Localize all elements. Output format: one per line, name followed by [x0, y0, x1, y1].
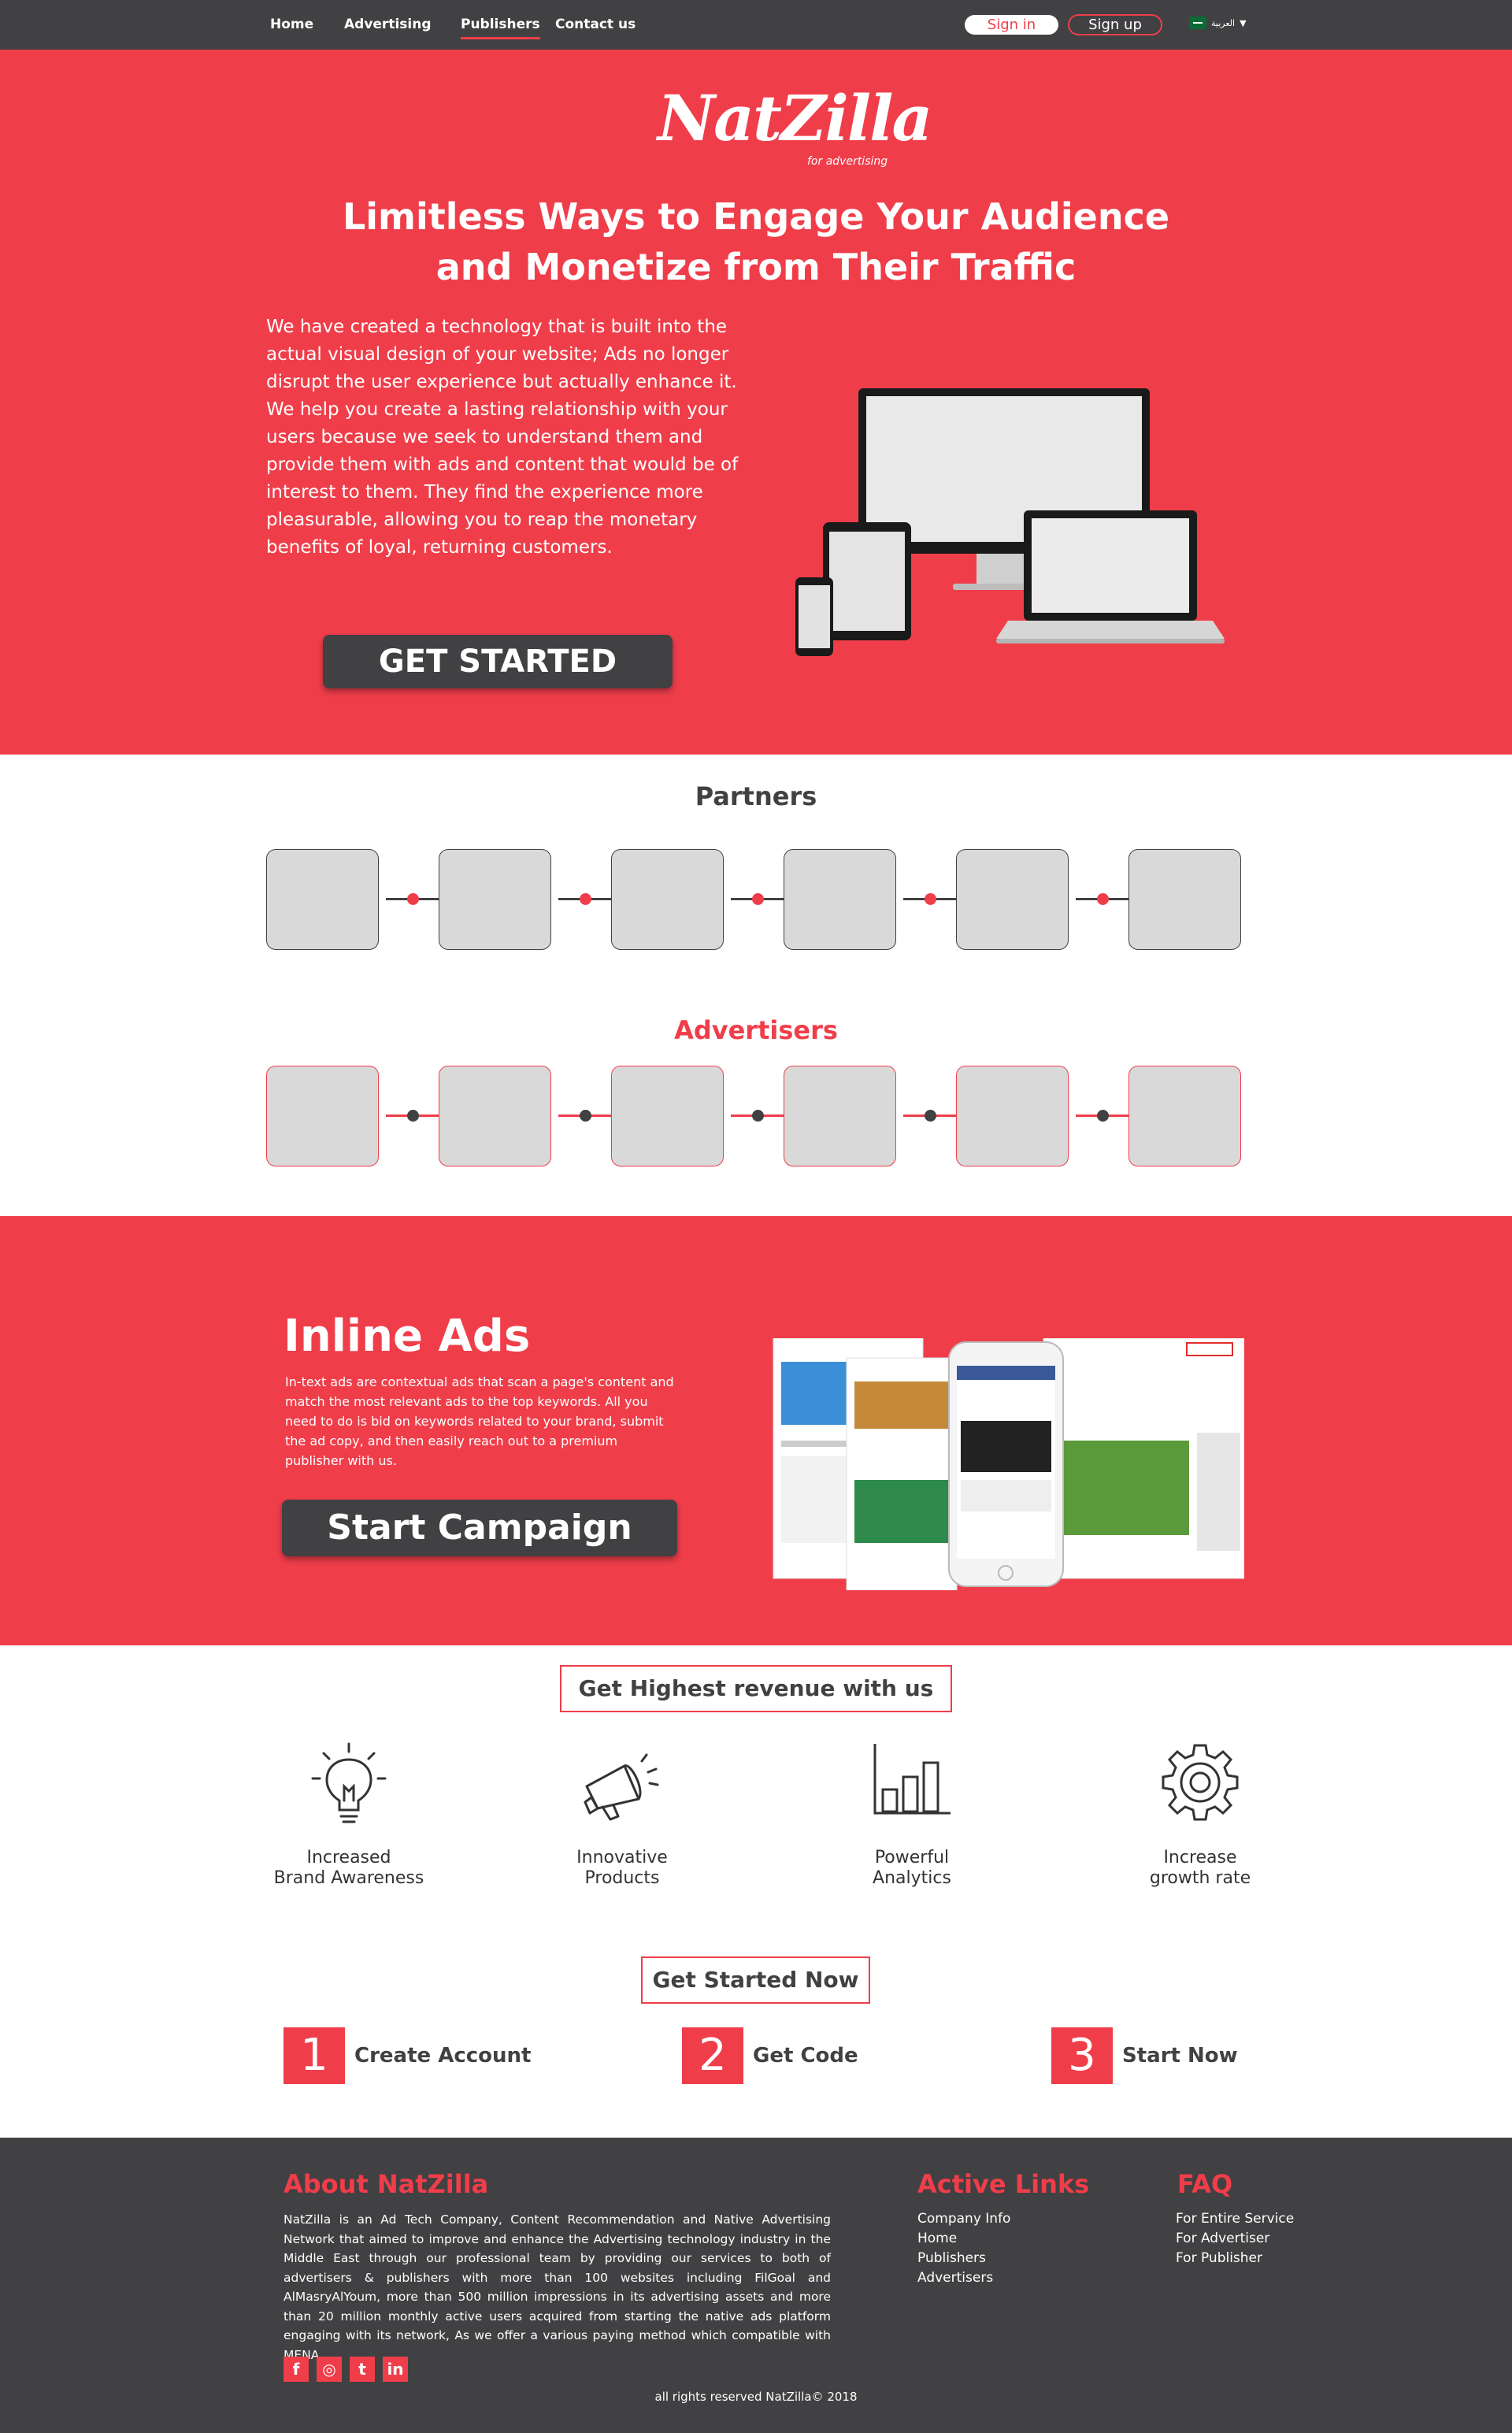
twitter-icon[interactable]: t — [350, 2357, 375, 2382]
advertisers-title: Advertisers — [674, 1015, 838, 1045]
advertiser-logo-slot[interactable] — [1128, 1066, 1241, 1166]
about-title: About NatZilla — [284, 2169, 489, 2199]
connector-line — [1076, 893, 1131, 905]
faq-list: For Entire Service For Advertiser For Pu… — [1176, 2209, 1294, 2268]
feature-powerful-analytics: Powerful Analytics — [802, 1741, 1022, 1889]
connector-line — [903, 1110, 958, 1122]
hero-title: Limitless Ways to Engage Your Audience a… — [284, 191, 1228, 292]
logo-wordmark: NatZilla — [658, 81, 932, 155]
linkedin-icon[interactable]: in — [383, 2357, 408, 2382]
saudi-flag-icon — [1189, 17, 1206, 29]
connector-line — [386, 893, 441, 905]
feature-label-line-2: Brand Awareness — [273, 1868, 424, 1888]
start-campaign-button[interactable]: Start Campaign — [282, 1500, 677, 1556]
lightbulb-icon — [311, 1742, 387, 1823]
partners-row — [266, 849, 1241, 950]
step-get-code[interactable]: 2 Get Code — [682, 2027, 858, 2084]
advertisers-row — [266, 1066, 1241, 1166]
top-nav: Home Advertising Publishers Contact us S… — [0, 0, 1512, 50]
logo-tagline: for advertising — [807, 155, 888, 168]
feature-label-line-1: Increased — [306, 1848, 391, 1867]
faq-link-entire-service[interactable]: For Entire Service — [1176, 2209, 1294, 2229]
bar-chart-icon — [873, 1744, 951, 1815]
language-selector[interactable]: العربية ▼ — [1189, 17, 1247, 29]
connector-line — [903, 893, 958, 905]
hero-section: NatZilla for advertising Limitless Ways … — [0, 50, 1512, 755]
step-label: Start Now — [1122, 2044, 1238, 2068]
highest-revenue-heading: Get Highest revenue with us — [560, 1665, 952, 1712]
partner-logo-slot[interactable] — [784, 849, 896, 950]
partner-logo-slot[interactable] — [611, 849, 724, 950]
inline-ads-section: Inline Ads In-text ads are contextual ad… — [0, 1216, 1512, 1645]
about-description: NatZilla is an Ad Tech Company, Content … — [284, 2212, 831, 2362]
get-started-button[interactable]: GET STARTED — [323, 635, 673, 688]
nav-contact-link[interactable]: Contact us — [555, 17, 636, 32]
partner-logo-slot[interactable] — [439, 849, 551, 950]
faq-link-publisher[interactable]: For Publisher — [1176, 2249, 1294, 2268]
feature-label-line-1: Increase — [1163, 1848, 1237, 1867]
feature-label-line-2: Analytics — [873, 1868, 951, 1888]
hero-description: We have created a technology that is bui… — [266, 317, 739, 558]
step-number: 3 — [1051, 2027, 1113, 2084]
footer-link-home[interactable]: Home — [917, 2229, 1010, 2249]
language-label: العربية — [1211, 17, 1236, 28]
devices-illustration — [795, 388, 1225, 656]
partners-title: Partners — [695, 781, 817, 811]
advertiser-logo-slot[interactable] — [266, 1066, 379, 1166]
feature-brand-awareness: Increased Brand Awareness — [239, 1741, 459, 1889]
connector-line — [558, 893, 613, 905]
step-number: 1 — [284, 2027, 345, 2084]
sign-in-button[interactable]: Sign in — [965, 15, 1058, 35]
connector-line — [1076, 1110, 1131, 1122]
step-create-account[interactable]: 1 Create Account — [284, 2027, 531, 2084]
chevron-down-icon: ▼ — [1240, 17, 1247, 28]
facebook-icon[interactable]: f — [284, 2357, 309, 2382]
inline-ads-title: Inline Ads — [284, 1311, 531, 1362]
instagram-icon[interactable]: ◎ — [317, 2357, 342, 2382]
advertiser-logo-slot[interactable] — [611, 1066, 724, 1166]
nav-home-link[interactable]: Home — [270, 17, 313, 32]
footer-link-advertisers[interactable]: Advertisers — [917, 2268, 1010, 2288]
connector-line — [558, 1110, 613, 1122]
connector-line — [731, 893, 786, 905]
advertiser-logo-slot[interactable] — [439, 1066, 551, 1166]
faq-link-advertiser[interactable]: For Advertiser — [1176, 2229, 1294, 2249]
footer: About NatZilla NatZilla is an Ad Tech Co… — [0, 2138, 1512, 2433]
megaphone-icon — [584, 1753, 659, 1821]
partner-logo-slot[interactable] — [956, 849, 1069, 950]
sign-up-button[interactable]: Sign up — [1068, 14, 1162, 35]
gear-icon — [1162, 1744, 1239, 1821]
hero-title-line-1: Limitless Ways to Engage Your Audience — [342, 195, 1170, 238]
hero-title-line-2: and Monetize from Their Traffic — [435, 246, 1077, 288]
get-started-now-heading: Get Started Now — [641, 1956, 870, 2004]
step-label: Get Code — [753, 2044, 858, 2068]
advertiser-logo-slot[interactable] — [956, 1066, 1069, 1166]
copyright-text: all rights reserved NatZilla© 2018 — [654, 2390, 858, 2404]
feature-growth-rate: Increase growth rate — [1090, 1741, 1310, 1889]
footer-link-company-info[interactable]: Company Info — [917, 2209, 1010, 2229]
step-number: 2 — [682, 2027, 743, 2084]
feature-label-line-1: Innovative — [576, 1848, 668, 1867]
feature-label-line-2: Products — [584, 1868, 660, 1888]
nav-advertising-link[interactable]: Advertising — [344, 17, 432, 32]
step-label: Create Account — [354, 2044, 532, 2068]
footer-link-publishers[interactable]: Publishers — [917, 2249, 1010, 2268]
step-start-now[interactable]: 3 Start Now — [1051, 2027, 1238, 2084]
social-links: f ◎ t in — [284, 2357, 408, 2382]
inline-ads-description: In-text ads are contextual ads that scan… — [285, 1374, 674, 1468]
active-links-title: Active Links — [917, 2169, 1090, 2199]
ads-mockup-illustration — [773, 1338, 1244, 1590]
advertiser-logo-slot[interactable] — [784, 1066, 896, 1166]
faq-title: FAQ — [1177, 2169, 1233, 2199]
active-links-list: Company Info Home Publishers Advertisers — [917, 2209, 1010, 2288]
connector-line — [386, 1110, 441, 1122]
feature-label-line-1: Powerful — [874, 1848, 950, 1867]
connector-line — [731, 1110, 786, 1122]
feature-label-line-2: growth rate — [1149, 1868, 1251, 1888]
nav-publishers-link[interactable]: Publishers — [461, 17, 540, 39]
partner-logo-slot[interactable] — [266, 849, 379, 950]
feature-innovative-products: Innovative Products — [512, 1741, 732, 1889]
natzilla-logo[interactable]: NatZilla for advertising — [658, 81, 932, 176]
partner-logo-slot[interactable] — [1128, 849, 1241, 950]
